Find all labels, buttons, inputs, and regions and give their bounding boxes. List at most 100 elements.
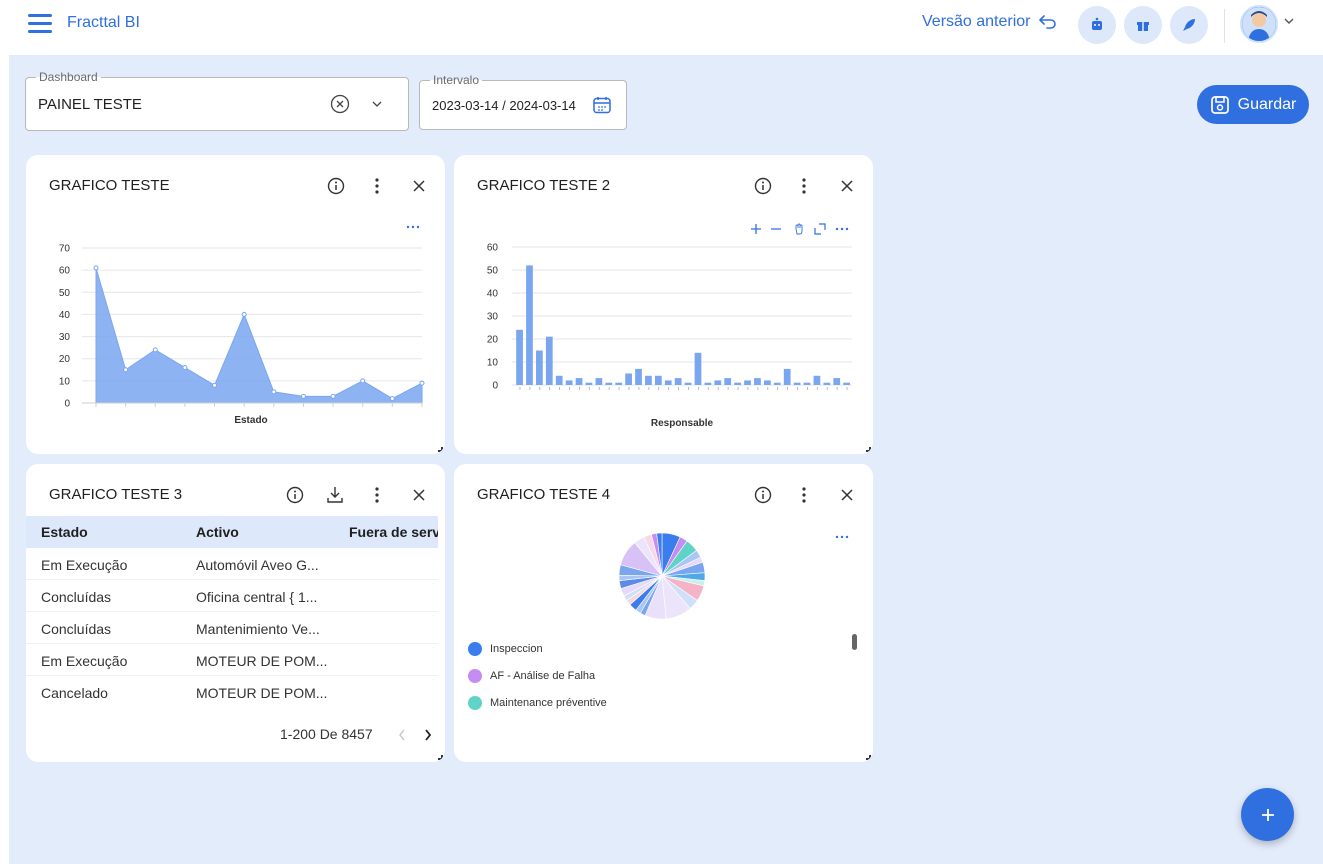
zoom-in-icon[interactable] <box>750 223 762 235</box>
resize-handle[interactable] <box>866 447 871 452</box>
table-cell: Em Execução <box>41 557 128 573</box>
clear-icon[interactable] <box>330 94 350 114</box>
y-tick-label: 0 <box>64 399 70 410</box>
robot-icon[interactable] <box>1078 6 1116 44</box>
bar <box>674 378 682 385</box>
close-icon[interactable] <box>408 484 430 506</box>
legend-label: Inspeccion <box>490 643 543 655</box>
legend-scrollbar[interactable] <box>852 634 857 650</box>
more-vertical-icon[interactable] <box>793 175 815 197</box>
bar <box>783 368 791 385</box>
brand-title[interactable]: Fracttal BI <box>67 14 140 32</box>
bar <box>645 375 652 385</box>
calendar-icon[interactable] <box>592 95 612 115</box>
info-icon[interactable] <box>752 484 774 506</box>
y-tick-label: 10 <box>487 358 499 369</box>
table-header: Estado Activo Fuera de servi <box>26 516 438 548</box>
bar <box>843 382 851 385</box>
rocket-icon[interactable] <box>1170 6 1208 44</box>
resize-handle[interactable] <box>438 447 443 452</box>
more-vertical-icon[interactable] <box>366 484 388 506</box>
pagination-info: 1-200 De 8457 <box>280 726 373 742</box>
close-icon[interactable] <box>836 175 858 197</box>
interval-label: Intervalo <box>430 73 483 87</box>
chevron-down-icon[interactable] <box>372 101 382 108</box>
info-icon[interactable] <box>325 175 347 197</box>
table-cell: MOTEUR DE POM... <box>196 685 328 701</box>
data-point <box>360 378 366 384</box>
save-button[interactable]: Guardar <box>1197 85 1309 124</box>
bar <box>654 375 662 385</box>
x-axis-label: Responsable <box>651 418 714 429</box>
table-cell: Automóvil Aveo G... <box>196 557 319 573</box>
data-point <box>212 382 218 388</box>
table-row[interactable]: Cancelado MOTEUR DE POM... <box>26 676 438 708</box>
add-widget-button[interactable] <box>1241 788 1294 841</box>
reset-zoom-icon[interactable] <box>814 223 826 235</box>
data-point <box>330 393 336 399</box>
avatar[interactable] <box>1240 5 1278 43</box>
chart-menu-icon[interactable] <box>406 225 420 229</box>
download-icon[interactable] <box>324 484 346 506</box>
menu-icon[interactable] <box>28 14 52 33</box>
bar <box>734 382 741 385</box>
card-title: GRAFICO TESTE 4 <box>477 486 611 503</box>
dashboard-select[interactable]: Dashboard PAINEL TESTE <box>25 70 409 131</box>
table-card: GRAFICO TESTE 3 Estado Activo Fuera de s… <box>26 464 445 762</box>
table-row[interactable]: Concluídas Oficina central { 1... <box>26 580 438 612</box>
chevron-left-icon[interactable] <box>398 729 406 741</box>
legend-item[interactable]: AF - Análise de Falha <box>468 669 595 683</box>
y-tick-label: 50 <box>59 288 71 299</box>
table-row[interactable]: Em Execução Automóvil Aveo G... <box>26 548 438 580</box>
table-cell: MOTEUR DE POM... <box>196 653 328 669</box>
bar <box>744 380 751 385</box>
chart-card-4: GRAFICO TESTE 4 Inspeccion AF - Análise … <box>454 464 873 762</box>
bar <box>793 382 801 385</box>
bar <box>763 380 771 385</box>
legend-item[interactable]: Maintenance préventive <box>468 696 607 710</box>
column-header[interactable]: Activo <box>196 524 239 540</box>
data-point <box>182 365 188 371</box>
legend-swatch <box>468 696 482 710</box>
previous-version-link[interactable]: Versão anterior <box>922 13 1057 31</box>
table-row[interactable]: Em Execução MOTEUR DE POM... <box>26 644 438 676</box>
legend-item[interactable]: Inspeccion <box>468 642 543 656</box>
gift-icon[interactable] <box>1124 6 1162 44</box>
plus-icon <box>1261 808 1274 821</box>
bar <box>684 382 692 385</box>
chart-card-2: GRAFICO TESTE 2 0 10 20 30 40 50 60 Responsable <box>454 155 873 454</box>
info-icon[interactable] <box>752 175 774 197</box>
y-tick-label: 0 <box>492 381 498 392</box>
more-vertical-icon[interactable] <box>793 484 815 506</box>
bar-chart: 0 10 20 30 40 50 60 Responsable <box>487 243 852 429</box>
close-icon[interactable] <box>836 484 858 506</box>
zoom-out-icon[interactable] <box>770 223 782 235</box>
chart-menu-icon[interactable] <box>835 227 849 231</box>
table-cell: Mantenimiento Ve... <box>196 621 320 637</box>
chevron-right-icon[interactable] <box>424 729 432 741</box>
table-cell: Em Execução <box>41 653 128 669</box>
column-header[interactable]: Fuera de servi <box>349 524 438 540</box>
interval-value: 2023-03-14 / 2024-03-14 <box>432 98 576 113</box>
chart-menu-icon[interactable] <box>835 535 849 539</box>
bar <box>773 382 781 385</box>
interval-field[interactable]: Intervalo 2023-03-14 / 2024-03-14 <box>419 73 627 130</box>
y-tick-label: 70 <box>59 244 71 255</box>
save-button-label: Guardar <box>1237 95 1297 113</box>
pan-icon[interactable] <box>793 223 805 235</box>
y-tick-label: 30 <box>487 312 499 323</box>
table-cell: Concluídas <box>41 589 112 605</box>
close-icon[interactable] <box>408 175 430 197</box>
resize-handle[interactable] <box>438 755 443 760</box>
chart-card-1: GRAFICO TESTE 0 10 20 30 40 50 60 70 Estado <box>26 155 445 454</box>
column-header[interactable]: Estado <box>41 524 88 540</box>
table-cell: Oficina central { 1... <box>196 589 318 605</box>
more-vertical-icon[interactable] <box>366 175 388 197</box>
chevron-down-icon[interactable] <box>1284 17 1294 25</box>
data-point <box>93 265 99 271</box>
data-point <box>152 347 158 353</box>
info-icon[interactable] <box>284 484 306 506</box>
y-tick-label: 20 <box>59 354 71 365</box>
table-row[interactable]: Concluídas Mantenimiento Ve... <box>26 612 438 644</box>
resize-handle[interactable] <box>866 755 871 760</box>
